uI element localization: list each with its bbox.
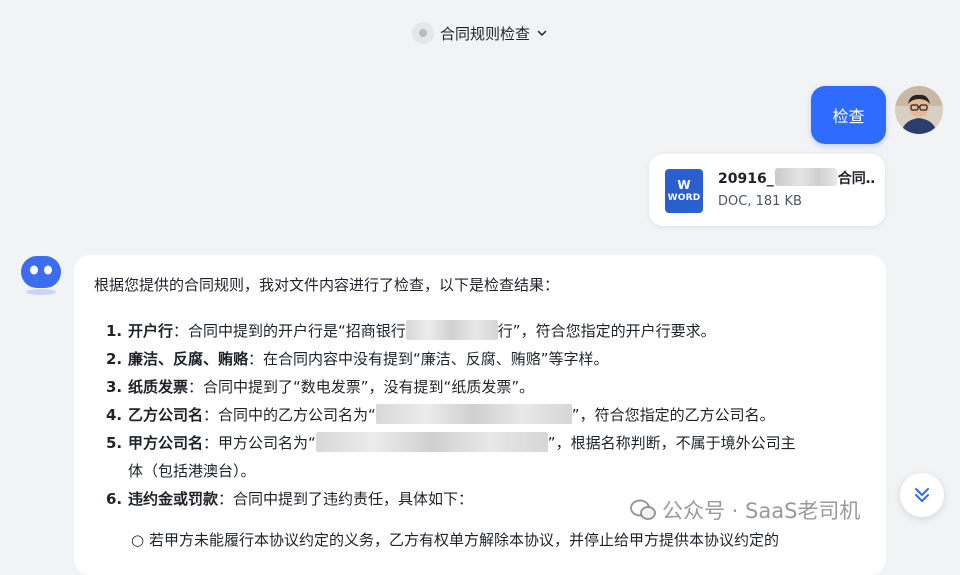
attached-file-card[interactable]: W WORD 20916_合同… DOC, 181 KB	[649, 154, 885, 226]
result-item-bank: 1. 开户行：合同中提到的开户行是“招商银行 行”，符合您指定的开户行要求。	[106, 320, 716, 340]
chevron-down-icon	[537, 30, 547, 36]
chat-header: 合同规则检查	[0, 0, 960, 66]
word-document-icon: W WORD	[665, 169, 703, 213]
user-message-bubble[interactable]: 检查	[811, 86, 886, 144]
double-chevron-down-icon	[915, 488, 929, 502]
redacted-text	[315, 432, 548, 452]
result-item-party-a: 5. 甲方公司名：甲方公司名为“ ”，根据名称判断，不属于境外公司主 体（包括港澳台）…	[106, 432, 796, 480]
bot-intro-text: 根据您提供的合同规则，我对文件内容进行了检查，以下是检查结果：	[94, 276, 560, 294]
bot-avatar-icon	[21, 256, 61, 295]
user-avatar[interactable]	[895, 86, 943, 134]
check-results-list: 1. 开户行：合同中提到的开户行是“招商银行 行”，符合您指定的开户行要求。 2. 廉…	[106, 317, 876, 513]
redacted-text	[405, 320, 498, 340]
result-item-anti-corruption: 2. 廉洁、反腐、贿赂：在合同内容中没有提到“廉洁、反腐、贿赂”等字样。	[106, 350, 609, 368]
conversation-title-dropdown[interactable]: 合同规则检查	[411, 22, 548, 44]
redacted-text	[774, 168, 837, 186]
file-meta: DOC, 181 KB	[718, 194, 802, 209]
file-name: 20916_合同…	[718, 168, 874, 188]
bot-message-bubble: 根据您提供的合同规则，我对文件内容进行了检查，以下是检查结果： 1. 开户行：合同…	[74, 255, 886, 575]
conversation-title: 合同规则检查	[439, 24, 530, 43]
bot-status-icon	[411, 22, 434, 44]
bullet-icon: ○	[131, 531, 145, 549]
result-item-party-b: 4. 乙方公司名：合同中的乙方公司名为“ ”，符合您指定的乙方公司名。	[106, 404, 775, 424]
result-item-paper-invoice: 3. 纸质发票：合同中提到了“数电发票”，没有提到“纸质发票”。	[106, 378, 535, 396]
penalty-sub-item: ○ 若甲方未能履行本协议约定的义务，乙方有权单方解除本协议，并停止给甲方提供本协议…	[131, 531, 780, 549]
scroll-to-bottom-button[interactable]	[900, 473, 944, 517]
wechat-icon	[630, 499, 656, 520]
watermark: 公众号 · SaaS老司机	[630, 495, 860, 525]
user-avatar-photo	[895, 86, 943, 134]
redacted-text	[375, 404, 572, 424]
